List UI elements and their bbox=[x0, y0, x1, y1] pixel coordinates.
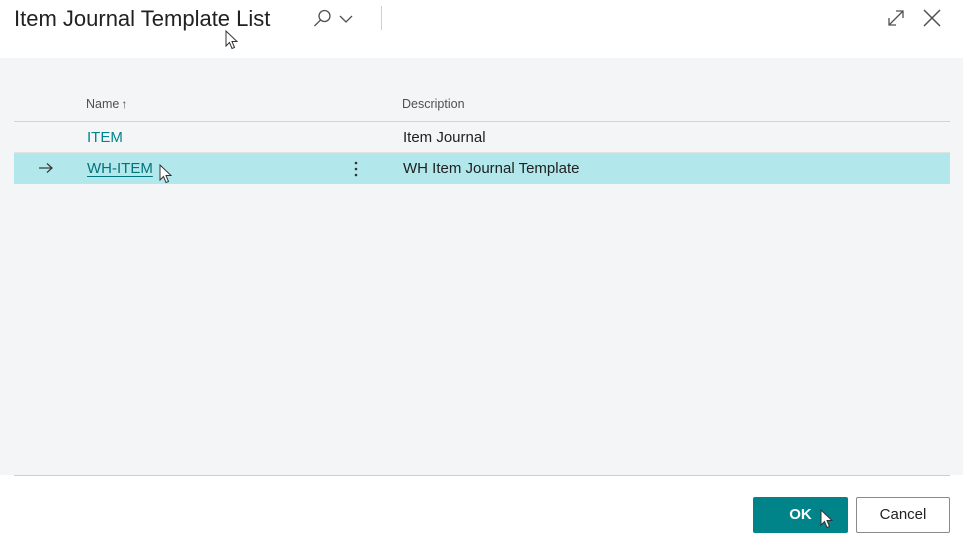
search-icon bbox=[314, 9, 331, 27]
row-description: Item Journal bbox=[403, 129, 486, 146]
column-header-name-label: Name bbox=[86, 97, 120, 111]
sort-ascending-icon: ↑ bbox=[121, 97, 128, 111]
footer-separator bbox=[14, 475, 950, 476]
list-content: Name ↑ Description ITEM Item Journal WH-I… bbox=[0, 58, 963, 475]
row-description: WH Item Journal Template bbox=[403, 160, 580, 177]
expand-icon bbox=[888, 10, 904, 26]
chevron-down-icon bbox=[339, 15, 353, 23]
row-name-link[interactable]: WH-ITEM bbox=[87, 153, 153, 184]
expand-button[interactable] bbox=[885, 7, 907, 29]
ok-button[interactable]: OK bbox=[753, 497, 848, 533]
more-options-icon[interactable] bbox=[350, 160, 362, 178]
header-divider bbox=[381, 6, 382, 30]
close-icon bbox=[923, 9, 941, 27]
row-name-link[interactable]: ITEM bbox=[87, 122, 123, 153]
cancel-button[interactable]: Cancel bbox=[856, 497, 950, 533]
arrow-right-icon bbox=[39, 163, 53, 173]
table-row[interactable]: ITEM Item Journal bbox=[14, 122, 950, 153]
column-header-name[interactable]: Name ↑ bbox=[86, 97, 127, 111]
search-button[interactable] bbox=[311, 7, 359, 31]
dialog-header: Item Journal Template List bbox=[0, 0, 963, 58]
page-title: Item Journal Template List bbox=[14, 6, 271, 31]
table-row-selected[interactable]: WH-ITEM WH Item Journal Template bbox=[14, 153, 950, 184]
column-header-description[interactable]: Description bbox=[402, 97, 465, 111]
close-button[interactable] bbox=[921, 7, 943, 29]
